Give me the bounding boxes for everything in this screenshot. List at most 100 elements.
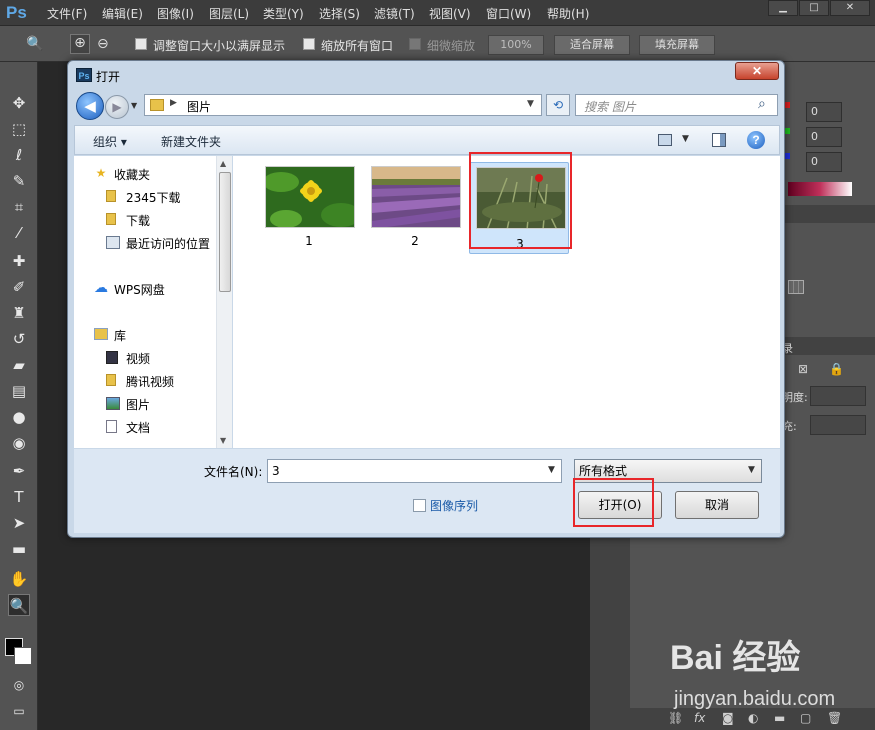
nav-label: WPS网盘 xyxy=(114,283,165,297)
breadcrumb-pictures[interactable]: 图片 xyxy=(187,98,211,115)
filetype-dropdown-icon[interactable]: ▼ xyxy=(748,465,755,475)
file-item-2[interactable]: 2 xyxy=(365,164,465,252)
fit-screen-button[interactable]: 适合屏幕 xyxy=(554,35,630,55)
nav-label: 收藏夹 xyxy=(114,168,151,182)
open-file-dialog: Ps 打开 ✕ ◀ ▶ ▼ ▶ 图片 ▼ ⟲ 搜索 图片 ⌕ 组织 ▾ 新建文件… xyxy=(67,60,785,538)
stamp-tool-icon[interactable]: ♜ xyxy=(8,302,30,324)
healing-tool-icon[interactable]: ✚ xyxy=(8,250,30,272)
filename-label: 文件名(N): xyxy=(204,465,263,479)
breadcrumb-arrow-icon[interactable]: ▶ xyxy=(170,98,177,108)
search-icon[interactable]: ⌕ xyxy=(758,96,766,112)
forward-arrow-icon[interactable]: ▶ xyxy=(105,95,129,119)
image-sequence-label[interactable]: 图像序列 xyxy=(430,497,478,514)
gradient-tool-icon[interactable]: ▤ xyxy=(8,380,30,402)
preview-pane-icon[interactable] xyxy=(712,133,726,147)
history-brush-tool-icon[interactable]: ↺ xyxy=(8,328,30,350)
menu-file[interactable]: 文件(F) xyxy=(47,5,87,22)
eraser-tool-icon[interactable]: ▰ xyxy=(8,354,30,376)
search-input[interactable]: 搜索 图片 ⌕ xyxy=(575,94,778,116)
quick-select-tool-icon[interactable]: ✎ xyxy=(8,170,30,192)
red-value-input[interactable]: 0 xyxy=(806,102,842,122)
nav-label: 下载 xyxy=(126,214,151,228)
grid-icon[interactable] xyxy=(788,280,804,294)
address-bar[interactable]: ▶ 图片 ▼ xyxy=(144,94,542,116)
help-icon[interactable]: ? xyxy=(747,131,765,149)
dialog-close-button[interactable]: ✕ xyxy=(735,62,779,80)
hand-tool-icon[interactable]: ✋ xyxy=(8,568,30,590)
menu-select[interactable]: 选择(S) xyxy=(319,5,360,22)
scrubby-zoom-label: 细微缩放 xyxy=(427,39,476,53)
refresh-icon[interactable]: ⟲ xyxy=(546,94,570,116)
filename-dropdown-icon[interactable]: ▼ xyxy=(548,465,555,475)
zoom-100-button[interactable]: 100% xyxy=(488,35,544,55)
dodge-tool-icon[interactable]: ◉ xyxy=(8,432,30,454)
thumbnail-lavender-field xyxy=(371,166,461,228)
brush-tool-icon[interactable]: ✐ xyxy=(8,276,30,298)
shape-tool-icon[interactable]: ▬ xyxy=(8,538,30,560)
nav-scrollbar[interactable]: ▲ ▼ xyxy=(216,156,232,448)
minimize-button[interactable]: ▁ xyxy=(768,0,798,16)
lasso-tool-icon[interactable]: ℓ xyxy=(8,144,30,166)
pen-tool-icon[interactable]: ✒ xyxy=(8,460,30,482)
history-dropdown-icon[interactable]: ▼ xyxy=(131,101,137,110)
green-value-input[interactable]: 0 xyxy=(806,127,842,147)
menu-view[interactable]: 视图(V) xyxy=(429,5,471,22)
cancel-button[interactable]: 取消 xyxy=(675,491,759,519)
scroll-thumb[interactable] xyxy=(219,172,231,292)
color-ramp[interactable] xyxy=(788,182,852,196)
blue-value-input[interactable]: 0 xyxy=(806,152,842,172)
menu-image[interactable]: 图像(I) xyxy=(157,5,194,22)
zoom-out-icon[interactable]: ⊖ xyxy=(97,36,109,52)
photoshop-small-icon: Ps xyxy=(76,68,92,82)
scroll-up-icon[interactable]: ▲ xyxy=(220,159,226,168)
options-bar: 🔍 ⊕ ⊖ 调整窗口大小以满屏显示 缩放所有窗口 细微缩放 100% 适合屏幕 … xyxy=(0,26,875,62)
zoom-tool-icon-active[interactable]: 🔍 xyxy=(8,594,30,616)
address-dropdown-icon[interactable]: ▼ xyxy=(527,99,534,109)
eyedropper-tool-icon[interactable]: ⁄ xyxy=(8,222,30,244)
marquee-tool-icon[interactable]: ⬚ xyxy=(8,118,30,140)
menu-window[interactable]: 窗口(W) xyxy=(486,5,531,22)
lock-all-icon[interactable]: 🔒 xyxy=(829,362,844,376)
opacity-field[interactable] xyxy=(810,386,866,406)
star-icon: ★ xyxy=(95,166,107,180)
screen-mode-icon[interactable]: ▭ xyxy=(8,700,30,722)
filename-input[interactable]: 3 xyxy=(267,459,562,483)
fill-screen-button[interactable]: 填充屏幕 xyxy=(639,35,715,55)
zoom-all-label: 缩放所有窗口 xyxy=(321,39,394,53)
blur-tool-icon[interactable]: ● xyxy=(8,406,30,428)
change-view-icon[interactable] xyxy=(658,134,672,146)
quick-mask-icon[interactable]: ◎ xyxy=(8,674,30,696)
nav-label: 图片 xyxy=(126,398,151,412)
zoom-all-checkbox[interactable] xyxy=(303,38,315,50)
menu-help[interactable]: 帮助(H) xyxy=(547,5,589,22)
scrubby-zoom-checkbox[interactable] xyxy=(409,38,421,50)
scroll-down-icon[interactable]: ▼ xyxy=(220,436,226,445)
zoom-in-icon[interactable]: ⊕ xyxy=(70,34,90,54)
image-sequence-checkbox[interactable] xyxy=(413,499,426,512)
maximize-button[interactable]: □ xyxy=(799,0,829,16)
folder-icon xyxy=(106,190,116,202)
menu-type[interactable]: 类型(Y) xyxy=(263,5,304,22)
type-tool-icon[interactable]: T xyxy=(8,486,30,508)
document-icon xyxy=(106,420,117,433)
back-arrow-icon[interactable]: ◀ xyxy=(76,92,104,120)
menu-filter[interactable]: 滤镜(T) xyxy=(374,5,415,22)
nav-label: 2345下载 xyxy=(126,191,181,205)
background-color-swatch[interactable] xyxy=(14,647,32,665)
file-name-2: 2 xyxy=(411,234,419,248)
nav-label: 库 xyxy=(114,329,127,343)
new-folder-button[interactable]: 新建文件夹 xyxy=(161,133,221,150)
fill-field[interactable] xyxy=(810,415,866,435)
crop-tool-icon[interactable]: ⌗ xyxy=(8,196,30,218)
move-tool-icon[interactable]: ✥ xyxy=(8,92,30,114)
menu-layer[interactable]: 图层(L) xyxy=(209,5,249,22)
menu-edit[interactable]: 编辑(E) xyxy=(102,5,143,22)
zoom-tool-icon[interactable]: 🔍 xyxy=(26,36,43,52)
resize-windows-checkbox[interactable] xyxy=(135,38,147,50)
view-dropdown-icon[interactable]: ▼ xyxy=(682,134,689,144)
lock-transform-icon[interactable]: ⊠ xyxy=(798,362,808,376)
path-select-tool-icon[interactable]: ➤ xyxy=(8,512,30,534)
close-app-button[interactable]: ✕ xyxy=(830,0,870,16)
organize-button[interactable]: 组织 ▾ xyxy=(93,133,127,150)
file-item-1[interactable]: 1 xyxy=(259,164,359,252)
